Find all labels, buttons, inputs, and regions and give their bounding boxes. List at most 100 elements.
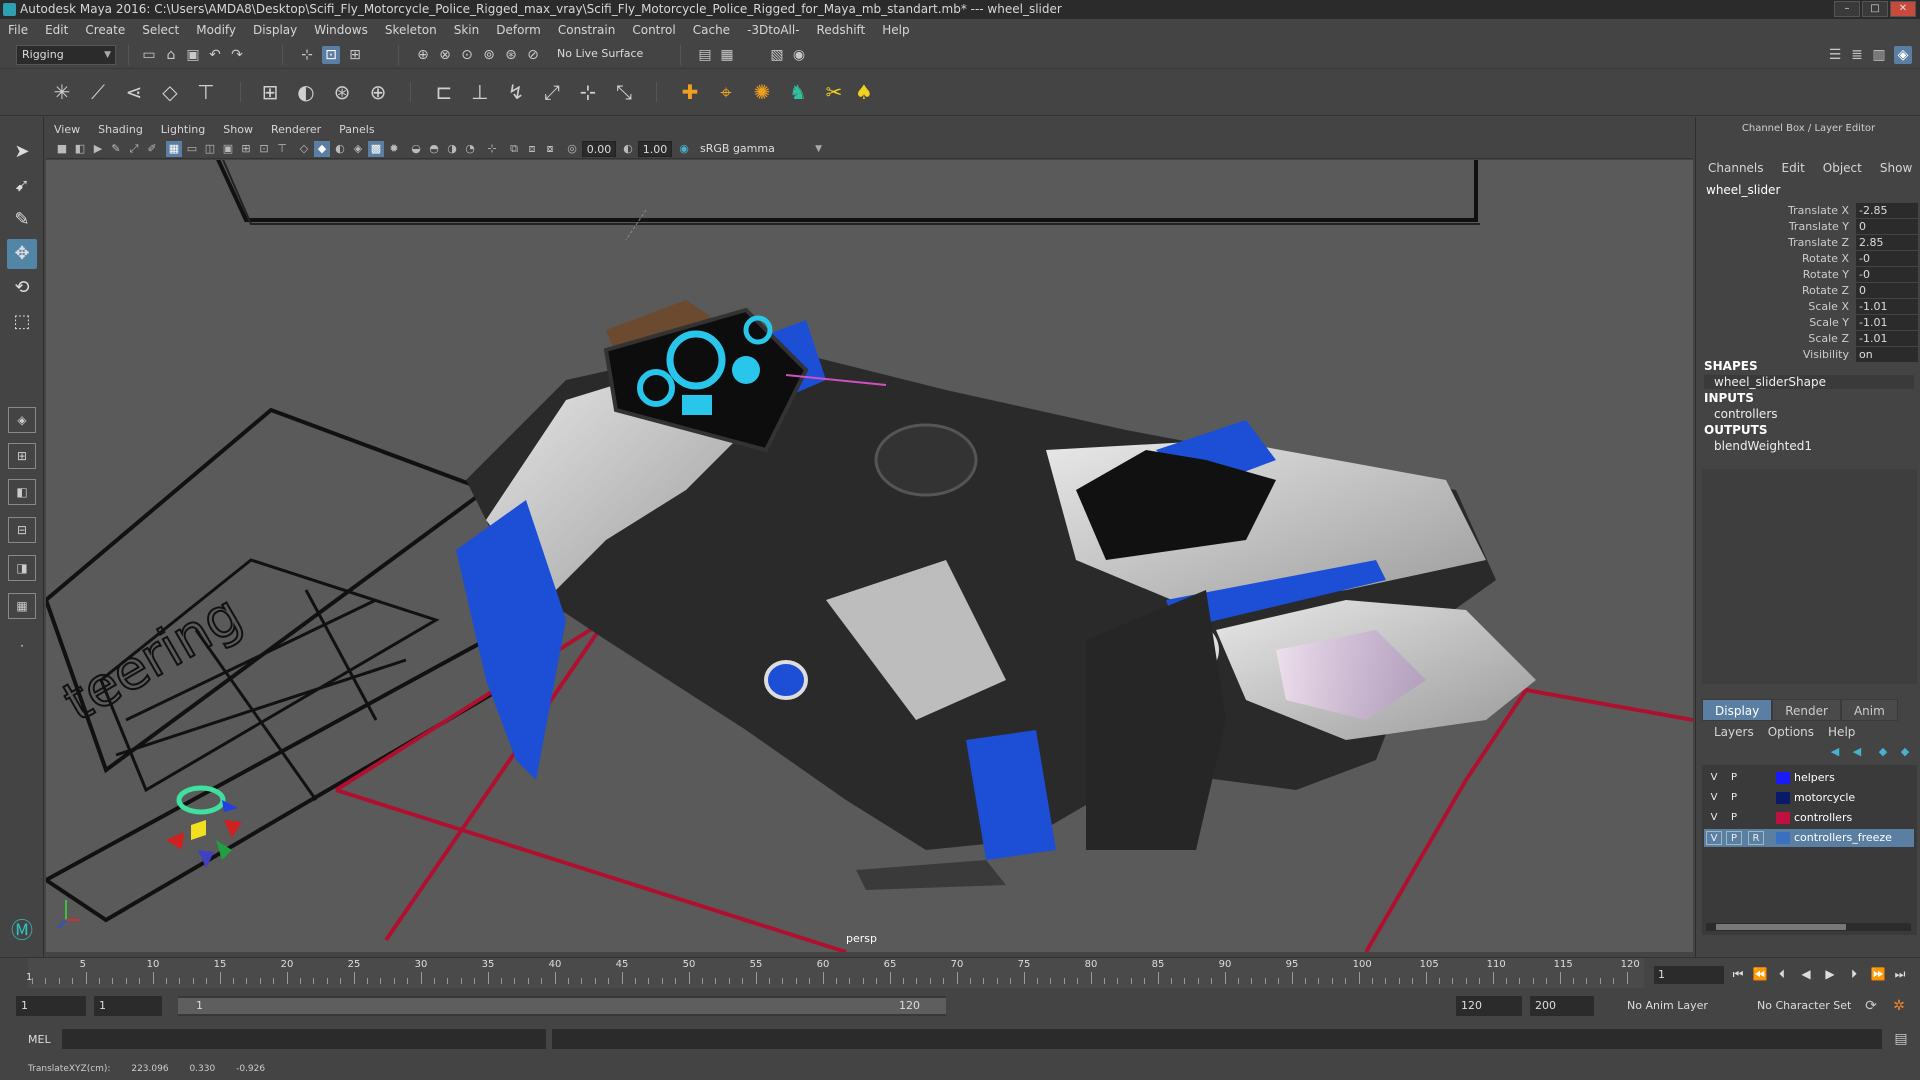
tab-display[interactable]: Display (1702, 699, 1773, 721)
viewport-menu-show[interactable]: Show (223, 123, 253, 136)
snap-grid-icon[interactable]: ⊕ (414, 46, 432, 64)
step-forward-key-icon[interactable]: ⏵ (1844, 965, 1864, 983)
current-frame-field[interactable]: 1 (1654, 966, 1724, 984)
aim-constraint-icon[interactable]: ⊹ (574, 78, 602, 106)
select-tool-icon[interactable]: ➤ (7, 137, 37, 167)
layer-playback-toggle[interactable]: P (1726, 831, 1742, 845)
undo-icon[interactable]: ↶ (206, 46, 224, 64)
mirror-joint-icon[interactable]: ⊤ (192, 78, 220, 106)
selected-object-name[interactable]: wheel_slider (1706, 183, 1780, 197)
quick-rig-icon[interactable]: ♠ (850, 78, 878, 106)
redo-icon[interactable]: ↷ (228, 46, 246, 64)
2d-pan-zoom-icon[interactable]: ⤢ (126, 141, 142, 157)
layer-list-scrollbar[interactable] (1706, 923, 1911, 931)
layer-row[interactable]: V P controllers (1704, 809, 1914, 827)
range-slider[interactable]: 1 120 (178, 996, 946, 1016)
persp-graph-icon[interactable]: ⊟ (8, 517, 36, 543)
layer-visibility-toggle[interactable]: V (1706, 771, 1722, 785)
layer-playback-toggle[interactable]: P (1726, 791, 1742, 805)
move-layer-down-icon[interactable]: ◀ (1848, 743, 1866, 761)
show-menu[interactable]: Show (1880, 161, 1912, 175)
menu-skin[interactable]: Skin (454, 23, 480, 37)
tool-settings-icon[interactable]: ≣ (1848, 46, 1866, 64)
exposure-field[interactable]: 0.00 (582, 141, 616, 157)
viewport-menu-shading[interactable]: Shading (98, 123, 143, 136)
menu-3dtoall[interactable]: -3DtoAll- (747, 23, 799, 37)
locator-icon[interactable]: ✚ (676, 78, 704, 106)
time-slider[interactable]: 5 10 15 20 25 30 35 40 45 50 55 60 65 70 75 80 85 90 95 100… (0, 957, 1920, 988)
command-input[interactable] (62, 1029, 546, 1049)
default-material-icon[interactable]: ◐ (332, 141, 348, 157)
outliner-layout-icon[interactable]: ▦ (8, 593, 36, 619)
move-tool-icon[interactable]: ✥ (7, 239, 37, 269)
camera-select-icon[interactable]: ■ (54, 141, 70, 157)
layer-visibility-toggle[interactable]: V (1706, 811, 1722, 825)
snap-surface-icon[interactable]: ⊛ (502, 46, 520, 64)
viewport-menu-renderer[interactable]: Renderer (271, 123, 321, 136)
play-backward-icon[interactable]: ◀ (1796, 965, 1816, 983)
render-settings-icon[interactable]: ◉ (790, 46, 808, 64)
channel-value[interactable]: -1.01 (1856, 331, 1918, 346)
gamma-icon[interactable]: ◐ (620, 141, 636, 157)
snap-curve-icon[interactable]: ⊗ (436, 46, 454, 64)
insert-joint-icon[interactable]: ◇ (156, 78, 184, 106)
character-set-dropdown[interactable]: No Character Set (1752, 996, 1864, 1016)
resolution-gate-icon[interactable]: ◫ (202, 141, 218, 157)
channel-value[interactable]: -1.01 (1856, 299, 1918, 314)
go-to-start-icon[interactable]: ⏮ (1728, 965, 1748, 983)
channel-value[interactable]: 2.85 (1856, 235, 1918, 250)
viewport-persp[interactable]: teering persp (46, 160, 1693, 952)
menu-cache[interactable]: Cache (693, 23, 730, 37)
scale-constraint-icon[interactable]: ⤢ (538, 78, 566, 106)
layer-row[interactable]: V P helpers (1704, 769, 1914, 787)
viewport-menu-panels[interactable]: Panels (339, 123, 374, 136)
channel-scale-x[interactable]: Scale X -1.01 (1696, 299, 1920, 315)
bind-skin-icon[interactable]: ⊞ (256, 78, 284, 106)
safe-title-icon[interactable]: ⊤ (274, 141, 290, 157)
snap-point-icon[interactable]: ⊙ (458, 46, 476, 64)
paint-weights-icon[interactable]: ◐ (292, 78, 320, 106)
film-gate-icon[interactable]: ▭ (184, 141, 200, 157)
menu-skeleton[interactable]: Skeleton (385, 23, 437, 37)
channel-scale-y[interactable]: Scale Y -1.01 (1696, 315, 1920, 331)
hypershade-layout-icon[interactable]: ◨ (8, 555, 36, 581)
script-editor-icon[interactable]: ▤ (1892, 1030, 1910, 1048)
skin-helper-icon[interactable]: ✂ (820, 78, 848, 106)
channel-rotate-z[interactable]: Rotate Z 0 (1696, 283, 1920, 299)
channel-rotate-x[interactable]: Rotate X -0 (1696, 251, 1920, 267)
layer-color-swatch[interactable] (1776, 812, 1790, 824)
play-forward-icon[interactable]: ▶ (1820, 965, 1840, 983)
layer-visibility-toggle[interactable]: V (1706, 791, 1722, 805)
select-object-icon[interactable]: ⊡ (322, 46, 340, 64)
minimize-button[interactable]: – (1834, 1, 1860, 17)
command-language-label[interactable]: MEL (28, 1033, 51, 1046)
channel-translate-y[interactable]: Translate Y 0 (1696, 219, 1920, 235)
safe-action-icon[interactable]: ⊡ (256, 141, 272, 157)
close-button[interactable]: ✕ (1890, 1, 1916, 17)
paint-select-tool-icon[interactable]: ✎ (7, 205, 37, 235)
render-view-icon[interactable]: ▦ (718, 46, 736, 64)
gamma-field[interactable]: 1.00 (638, 141, 672, 157)
layer-color-swatch[interactable] (1776, 792, 1790, 804)
hair-icon[interactable]: ✺ (748, 78, 776, 106)
view-transform-dropdown[interactable]: sRGB gamma ▼ (696, 141, 826, 157)
bookmark-icon[interactable]: ▶ (90, 141, 106, 157)
channel-box-toggle-icon[interactable]: ◈ (1894, 46, 1912, 64)
menu-create[interactable]: Create (85, 23, 125, 37)
anti-aliasing-icon[interactable]: ◔ (462, 141, 478, 157)
menu-file[interactable]: File (8, 23, 28, 37)
range-slider-fill[interactable] (178, 998, 946, 1014)
single-view-icon[interactable]: ◈ (8, 407, 36, 433)
layer-display-type[interactable] (1748, 811, 1764, 825)
four-view-icon[interactable]: ⊞ (8, 443, 36, 469)
playback-end-field[interactable]: 120 (1456, 996, 1522, 1016)
layer-row[interactable]: V P motorcycle (1704, 789, 1914, 807)
layer-visibility-toggle[interactable]: V (1706, 831, 1722, 845)
human-ik-icon[interactable]: ♞ (784, 78, 812, 106)
use-lights-icon[interactable]: ✹ (386, 141, 402, 157)
select-hierarchy-icon[interactable]: ⊹ (298, 46, 316, 64)
object-menu[interactable]: Object (1823, 161, 1862, 175)
isolate-select-icon[interactable]: ⊹ (484, 141, 500, 157)
scale-tool-icon[interactable]: ⬚ (7, 307, 37, 337)
menu-constrain[interactable]: Constrain (558, 23, 616, 37)
